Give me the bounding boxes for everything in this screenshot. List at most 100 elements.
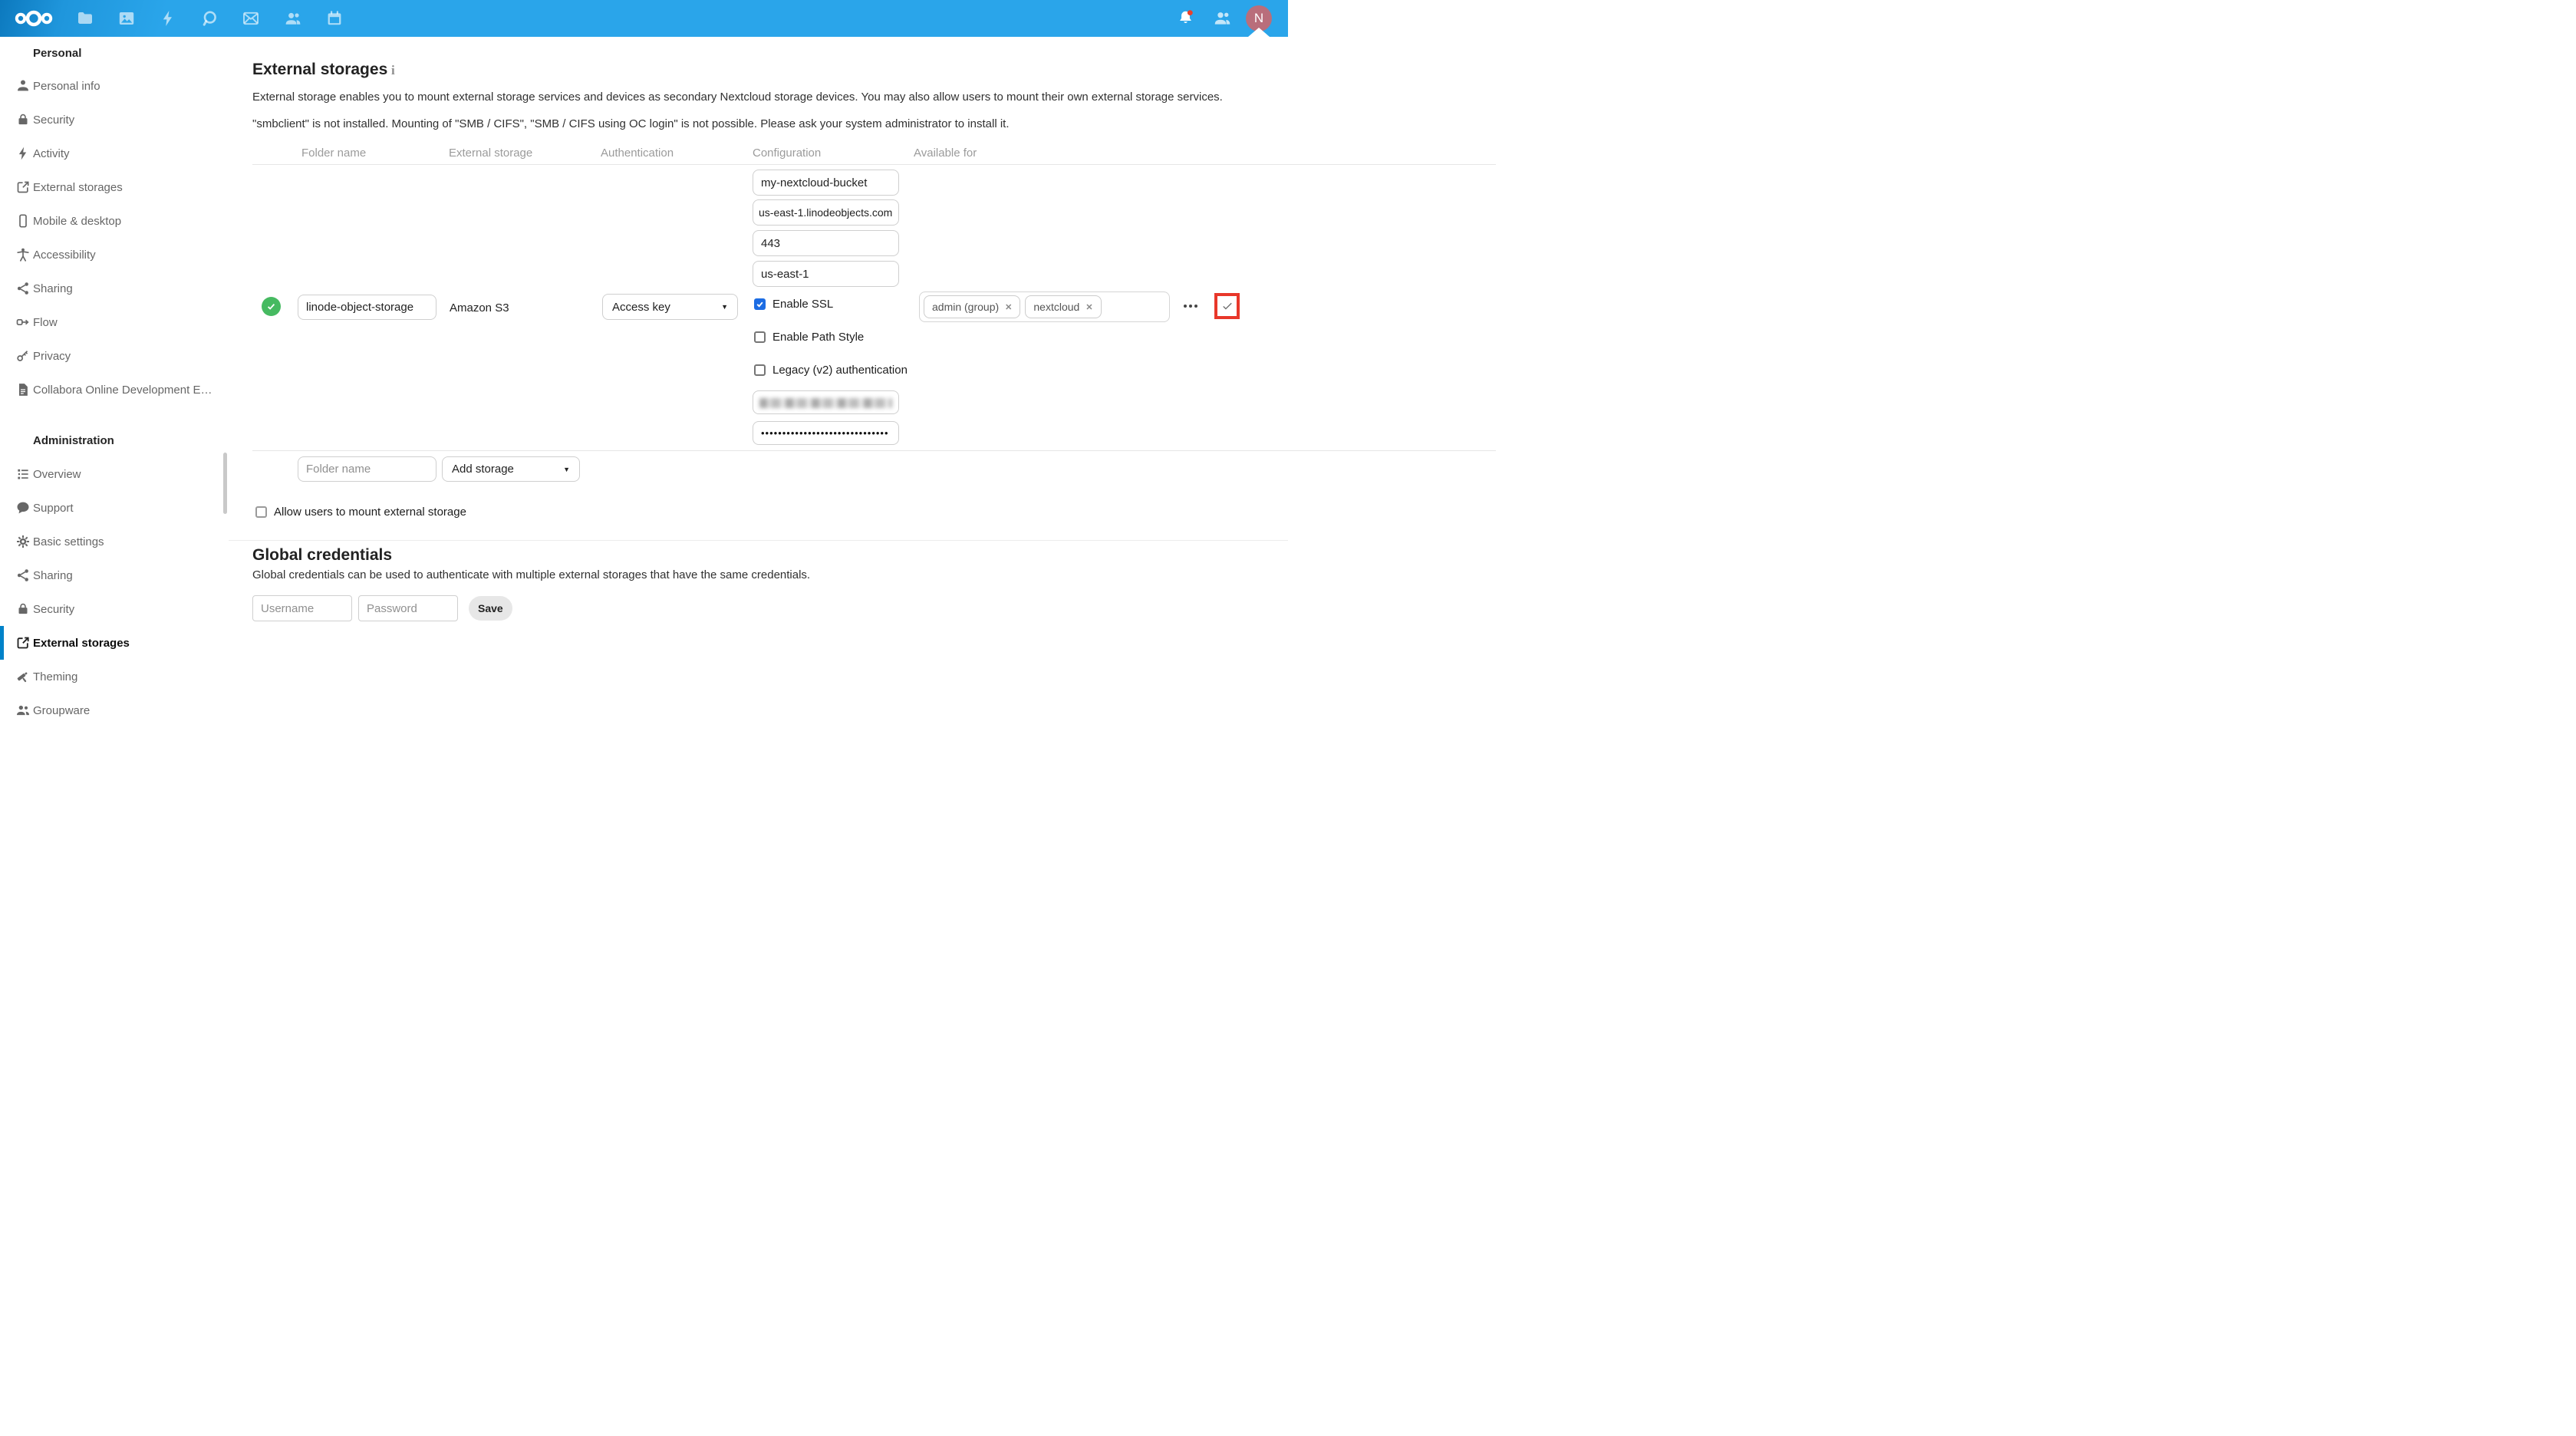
region-input[interactable]	[753, 261, 899, 287]
folder-name-input[interactable]	[298, 295, 436, 320]
remove-chip-icon[interactable]: ✕	[1005, 302, 1012, 312]
activity-app-icon[interactable]	[159, 9, 177, 28]
global-credentials-description: Global credentials can be used to authen…	[252, 568, 1173, 583]
talk-app-icon[interactable]	[200, 9, 219, 28]
active-menu-pointer	[1248, 28, 1270, 37]
secret-key-input[interactable]	[753, 421, 899, 445]
sidebar-item-collabora[interactable]: Collabora Online Development Edit...	[0, 373, 229, 407]
sidebar-item-activity[interactable]: Activity	[0, 137, 229, 170]
contacts-app-icon[interactable]	[284, 9, 302, 28]
checkmark-icon	[1220, 299, 1234, 313]
bucket-input[interactable]	[753, 170, 899, 196]
column-header-available-for: Available for	[914, 147, 977, 160]
port-input[interactable]	[753, 230, 899, 256]
legacy-auth-checkbox[interactable]: Legacy (v2) authentication	[754, 364, 908, 377]
external-storages-panel: External storages i External storage ena…	[229, 37, 1288, 718]
global-username-input[interactable]	[252, 595, 352, 621]
chevron-down-icon: ▼	[721, 303, 728, 311]
column-header-external-storage: External storage	[449, 147, 532, 160]
hostname-input[interactable]	[753, 199, 899, 226]
section-divider	[229, 540, 1288, 541]
info-icon[interactable]: i	[391, 63, 395, 78]
sidebar-section-personal: Personal	[0, 37, 229, 69]
column-header-configuration: Configuration	[753, 147, 821, 160]
notification-badge	[1188, 10, 1193, 15]
share-icon	[15, 280, 31, 297]
access-key-input-redacted[interactable]	[753, 390, 899, 414]
calendar-app-icon[interactable]	[325, 9, 344, 28]
sidebar-scrollbar-thumb[interactable]	[223, 453, 227, 514]
row-options-menu-icon[interactable]	[1184, 305, 1197, 308]
smbclient-warning: "smbclient" is not installed. Mounting o…	[252, 117, 1480, 132]
sidebar-item-security-admin[interactable]: Security	[0, 592, 229, 626]
top-navigation-bar: N	[0, 0, 1288, 37]
checkbox-checked-icon[interactable]	[754, 298, 766, 310]
sidebar-item-flow[interactable]: Flow	[0, 305, 229, 339]
global-credentials-title: Global credentials	[252, 544, 392, 567]
authentication-select[interactable]: Access key ▼	[602, 294, 738, 320]
key-icon	[15, 347, 31, 364]
share-icon	[15, 567, 31, 584]
phone-icon	[15, 212, 31, 229]
sidebar-item-external-storages-admin[interactable]: External storages	[0, 626, 229, 660]
sidebar-item-privacy[interactable]: Privacy	[0, 339, 229, 373]
user-icon	[15, 77, 31, 94]
sidebar-item-overview[interactable]: Overview	[0, 457, 229, 491]
table-bottom-divider	[252, 450, 1496, 451]
sidebar-item-groupware[interactable]: Groupware	[0, 693, 229, 718]
sidebar-item-basic-settings[interactable]: Basic settings	[0, 525, 229, 558]
available-for-chip[interactable]: admin (group) ✕	[924, 295, 1020, 318]
sidebar-section-administration: Administration	[0, 423, 229, 457]
available-for-field[interactable]: admin (group) ✕ nextcloud ✕	[919, 291, 1170, 322]
sidebar-item-external-storages-personal[interactable]: External storages	[0, 170, 229, 204]
sidebar-item-support[interactable]: Support	[0, 491, 229, 525]
page-description: External storage enables you to mount ex…	[252, 90, 1480, 105]
external-link-icon	[15, 179, 31, 196]
lock-icon	[15, 111, 31, 128]
remove-chip-icon[interactable]: ✕	[1085, 302, 1092, 312]
nextcloud-logo-icon[interactable]	[14, 7, 54, 30]
external-link-icon	[15, 634, 31, 651]
settings-sidebar: Personal Personal info Security Activity…	[0, 37, 229, 718]
add-storage-select[interactable]: Add storage ▼	[442, 456, 580, 482]
active-item-indicator	[0, 626, 4, 660]
available-for-chip[interactable]: nextcloud ✕	[1025, 295, 1101, 318]
table-header-divider	[252, 164, 1496, 165]
global-password-input[interactable]	[358, 595, 458, 621]
gear-icon	[15, 533, 31, 550]
column-header-folder-name: Folder name	[301, 147, 366, 160]
sidebar-item-sharing-personal[interactable]: Sharing	[0, 272, 229, 305]
sidebar-item-theming[interactable]: Theming	[0, 660, 229, 693]
flow-icon	[15, 314, 31, 331]
external-storage-type: Amazon S3	[450, 301, 509, 316]
page-title: External storages	[252, 58, 387, 81]
sidebar-item-sharing-admin[interactable]: Sharing	[0, 558, 229, 592]
save-row-confirm-button-highlighted[interactable]	[1214, 293, 1240, 319]
chevron-down-icon: ▼	[563, 466, 570, 473]
lock-icon	[15, 601, 31, 618]
sidebar-item-mobile-desktop[interactable]: Mobile & desktop	[0, 204, 229, 238]
column-header-authentication: Authentication	[601, 147, 674, 160]
notifications-bell-icon[interactable]	[1176, 8, 1195, 28]
list-icon	[15, 466, 31, 483]
sidebar-item-accessibility[interactable]: Accessibility	[0, 238, 229, 272]
save-button[interactable]: Save	[469, 596, 512, 621]
people-icon	[15, 702, 31, 718]
mail-app-icon[interactable]	[242, 9, 260, 28]
contacts-menu-icon[interactable]	[1213, 8, 1232, 28]
lightning-icon	[15, 145, 31, 162]
photos-app-icon[interactable]	[117, 9, 136, 28]
enable-path-style-checkbox[interactable]: Enable Path Style	[754, 331, 864, 344]
enable-ssl-checkbox[interactable]: Enable SSL	[754, 298, 833, 311]
paint-roller-icon	[15, 668, 31, 685]
new-folder-name-input[interactable]	[298, 456, 436, 482]
speech-bubble-icon	[15, 499, 31, 516]
redacted-text-blur	[759, 398, 892, 408]
sidebar-item-personal-info[interactable]: Personal info	[0, 69, 229, 103]
sidebar-item-security-personal[interactable]: Security	[0, 103, 229, 137]
files-app-icon[interactable]	[76, 9, 94, 28]
accessibility-icon	[15, 246, 31, 263]
storage-ok-status-icon	[262, 297, 281, 316]
document-icon	[15, 381, 31, 398]
allow-users-mount-checkbox[interactable]: Allow users to mount external storage	[255, 506, 466, 519]
